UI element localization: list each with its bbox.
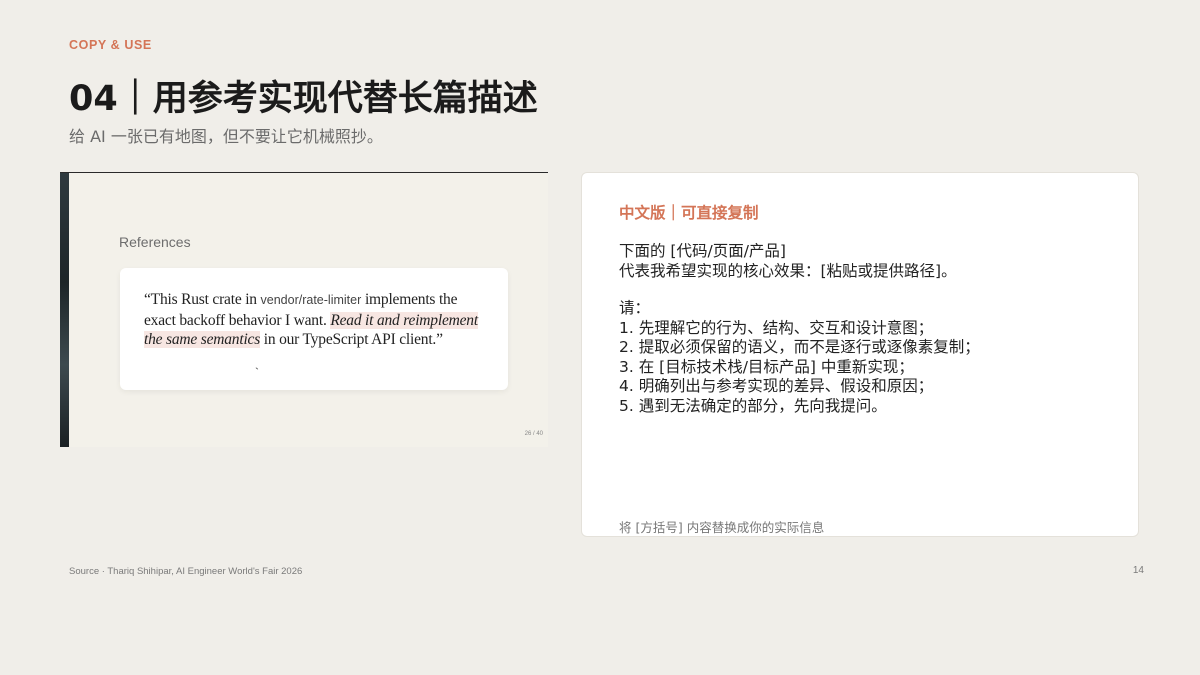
quote-tick: ` — [255, 365, 259, 379]
page-number: 14 — [1132, 565, 1144, 576]
prompt-body[interactable]: 下面的 [代码/页面/产品] 代表我希望实现的核心效果：[粘贴或提供路径]。 请… — [619, 242, 1119, 416]
prompt-step: 2. 提取必须保留的语义，而不是逐行或逐像素复制； — [619, 338, 980, 356]
kicker: COPY & USE — [69, 38, 152, 52]
quote-card: “This Rust crate in vendor/rate-limiter … — [120, 268, 508, 390]
quote-code: vendor/rate-limiter — [260, 293, 362, 307]
prompt-header: 中文版｜可直接复制 — [619, 204, 759, 222]
prompt-step: 3. 在 [目标技术栈/目标产品] 中重新实现； — [619, 357, 914, 376]
quote-part-3: in our TypeScript API client.” — [260, 331, 443, 348]
quote-text: “This Rust crate in vendor/rate-limiter … — [144, 290, 489, 350]
prompt-footer: 将 [方括号] 内容替换成你的实际信息 — [619, 520, 825, 535]
prompt-step: 1. 先理解它的行为、结构、交互和设计意图； — [619, 318, 934, 337]
source-citation: Source · Thariq Shihipar, AI Engineer Wo… — [69, 566, 303, 577]
prompt-step: 4. 明确列出与参考实现的差异、假设和原因； — [619, 377, 934, 395]
slide-label: References — [119, 234, 191, 250]
slide-page-number: 26 / 40 — [524, 431, 543, 437]
slide-edge-image — [60, 173, 69, 447]
page-subtitle: 给 AI 一张已有地图，但不要让它机械照抄。 — [69, 127, 383, 146]
slide-thumbnail: References “This Rust crate in vendor/ra… — [60, 172, 548, 447]
prompt-card: 中文版｜可直接复制 下面的 [代码/页面/产品] 代表我希望实现的核心效果：[粘… — [581, 172, 1139, 537]
prompt-line: 代表我希望实现的核心效果：[粘贴或提供路径]。 — [619, 261, 957, 280]
prompt-line: 下面的 [代码/页面/产品] — [619, 242, 786, 260]
prompt-request-label: 请： — [619, 299, 651, 317]
prompt-step: 5. 遇到无法确定的部分，先向我提问。 — [619, 396, 887, 415]
page-title: 04｜用参考实现代替长篇描述 — [69, 79, 538, 119]
quote-part-1: “This Rust crate in — [144, 291, 261, 308]
